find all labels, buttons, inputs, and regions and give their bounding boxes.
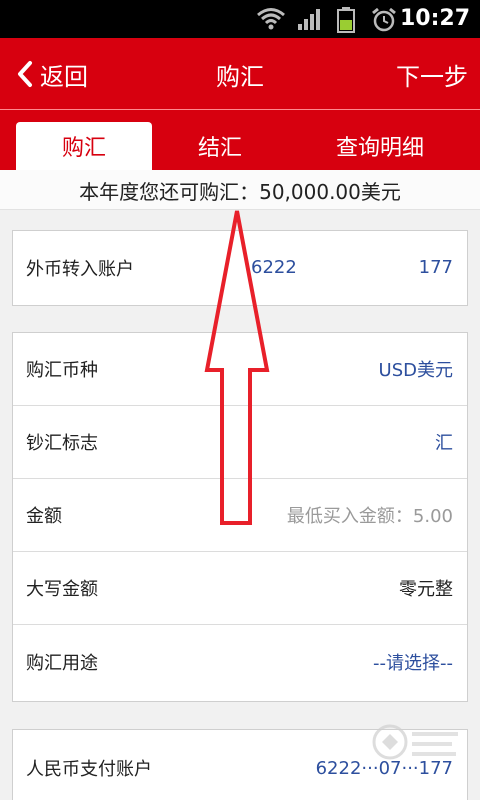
- currency-label: 购汇币种: [26, 360, 98, 381]
- amount-words-row: 大写金额 零元整: [13, 552, 467, 625]
- status-time: 10:27: [399, 6, 470, 31]
- status-bar: 10:27: [0, 0, 480, 38]
- purpose-row[interactable]: 购汇用途 --请选择--: [13, 625, 467, 698]
- cash-flag-row[interactable]: 钞汇标志 汇: [13, 406, 467, 479]
- amount-words-value: 零元整: [399, 579, 453, 600]
- purpose-select[interactable]: --请选择--: [373, 649, 453, 675]
- next-step-button[interactable]: 下一步: [396, 57, 468, 92]
- amount-input[interactable]: 最低买入金额：5.00: [287, 502, 453, 528]
- rmb-account-label: 人民币支付账户: [26, 759, 152, 780]
- foreign-account-number-start: 6222: [251, 257, 297, 278]
- tab-sell-forex[interactable]: 结汇: [160, 122, 280, 170]
- tab-buy-forex[interactable]: 购汇: [16, 122, 152, 170]
- purpose-label: 购汇用途: [26, 652, 98, 674]
- foreign-account-card: 外币转入账户 6222 177: [12, 230, 468, 306]
- watermark-logo-icon: [372, 724, 458, 760]
- wifi-icon: [257, 8, 285, 30]
- cash-flag-label: 钞汇标志: [26, 433, 98, 454]
- purchase-form-card: 购汇币种 USD美元 钞汇标志 汇 金额 最低买入金额：5.00 大写金额 零元…: [12, 332, 468, 702]
- amount-row[interactable]: 金额 最低买入金额：5.00: [13, 479, 467, 552]
- quota-banner: 本年度您还可购汇：50,000.00美元: [0, 170, 480, 210]
- signal-icon: [298, 9, 320, 30]
- foreign-account-row[interactable]: 外币转入账户 6222 177: [13, 231, 467, 304]
- tab-query-details[interactable]: 查询明细: [296, 122, 464, 170]
- app-header: 返回 购汇 下一步: [0, 38, 480, 110]
- currency-value: USD美元: [378, 360, 453, 381]
- currency-row[interactable]: 购汇币种 USD美元: [13, 333, 467, 406]
- foreign-account-number-end: 177: [418, 257, 453, 278]
- amount-label: 金额: [26, 506, 62, 527]
- alarm-icon: [372, 7, 396, 32]
- cash-flag-value: 汇: [435, 433, 453, 454]
- tab-bar: 购汇 结汇 查询明细: [0, 110, 480, 170]
- foreign-account-label: 外币转入账户: [26, 258, 134, 280]
- amount-words-label: 大写金额: [26, 579, 98, 600]
- quota-text: 本年度您还可购汇：50,000.00美元: [79, 180, 401, 204]
- battery-icon: [337, 7, 355, 33]
